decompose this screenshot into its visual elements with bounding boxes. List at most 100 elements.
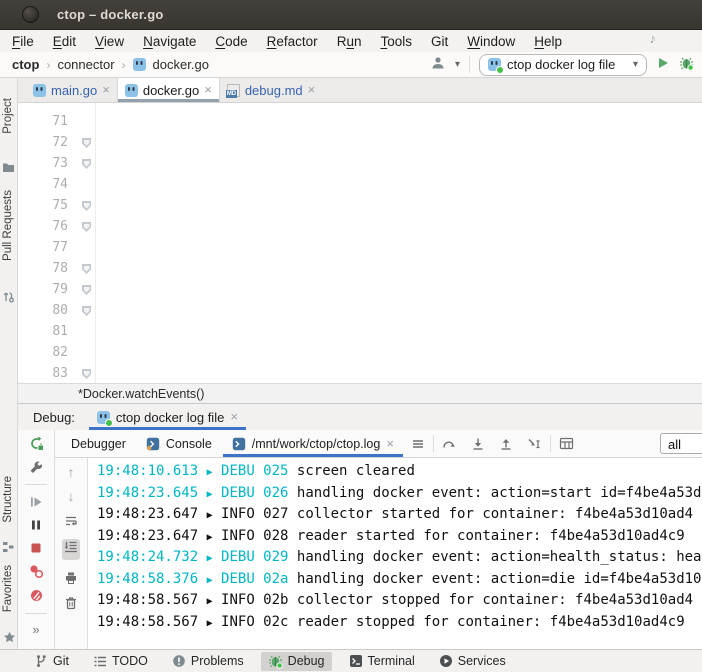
fold-marker-icon[interactable] xyxy=(82,222,91,232)
services-icon xyxy=(439,654,453,668)
view-breakpoints-icon[interactable] xyxy=(29,564,44,579)
log-prefix: 19:48:23.647 ▶ INFO 027 xyxy=(97,506,297,522)
statusbar-item-label: TODO xyxy=(112,654,148,668)
menu-item-tools[interactable]: Tools xyxy=(380,34,412,49)
debug-session-tab[interactable]: ctop docker log file × xyxy=(89,404,246,430)
statusbar-item-label: Problems xyxy=(191,654,244,668)
fold-marker-icon[interactable] xyxy=(82,264,91,274)
clear-icon[interactable] xyxy=(64,596,78,610)
stop-icon[interactable] xyxy=(29,541,43,555)
log-output[interactable]: 19:48:10.613 ▶ DEBU 025 screen cleared19… xyxy=(88,458,702,649)
fold-marker-icon[interactable] xyxy=(82,285,91,295)
debug-view-tab-console[interactable]: Console xyxy=(137,430,221,457)
pause-icon[interactable] xyxy=(29,518,43,532)
jump-over-icon[interactable] xyxy=(442,437,457,450)
project-folder-icon[interactable] xyxy=(2,160,15,178)
debug-panel-header: Debug: ctop docker log file × xyxy=(18,403,702,430)
menu-item-window[interactable]: Window xyxy=(467,34,515,49)
scroll-bottom-icon[interactable] xyxy=(471,437,485,451)
mute-breakpoints-icon[interactable] xyxy=(29,588,44,603)
folder-icon xyxy=(2,162,15,173)
menu-item-run[interactable]: Run xyxy=(337,34,362,49)
context-method: *Docker.watchEvents() xyxy=(78,387,204,401)
sidebar-item-favorites[interactable]: Favorites xyxy=(2,565,14,612)
close-icon[interactable]: × xyxy=(204,85,212,95)
left-toolwindow-stripe: Project Pull Requests Structure Favorite… xyxy=(0,78,18,649)
run-button[interactable] xyxy=(656,56,670,73)
arrow-down-icon[interactable]: ↓ xyxy=(68,490,75,503)
favorites-star-icon[interactable] xyxy=(3,630,16,648)
statusbar-item-problems[interactable]: Problems xyxy=(165,652,251,670)
menu-item-edit[interactable]: Edit xyxy=(53,34,76,49)
arrow-up-icon[interactable]: ↑ xyxy=(68,466,75,479)
debug-view-tab-mnt-work-ctop-ctop-log[interactable]: /mnt/work/ctop/ctop.log× xyxy=(223,430,403,457)
run-to-cursor-icon[interactable] xyxy=(527,437,542,451)
debug-bug-icon xyxy=(268,654,283,669)
sidebar-item-structure[interactable]: Structure xyxy=(2,476,14,523)
soft-wrap-icon[interactable] xyxy=(64,514,78,528)
pull-requests-icon[interactable] xyxy=(2,290,15,308)
close-icon[interactable]: × xyxy=(230,412,238,422)
tab-docker-go[interactable]: docker.go× xyxy=(117,78,220,102)
breadcrumb-item-connector[interactable]: connector xyxy=(57,57,114,72)
structure-icon[interactable] xyxy=(2,540,15,558)
menu-item-help[interactable]: Help xyxy=(534,34,562,49)
run-config-select[interactable]: ctop docker log file ▾ xyxy=(479,54,647,76)
breadcrumb-item-ctop[interactable]: ctop xyxy=(12,57,39,72)
menu-item-navigate[interactable]: Navigate xyxy=(143,34,196,49)
fold-gutter xyxy=(80,153,96,174)
log-line: 19:48:23.647 ▶ INFO 028 reader started f… xyxy=(97,526,702,548)
hamburger-icon[interactable] xyxy=(411,437,425,451)
line-number: 81 xyxy=(18,321,80,342)
window-menu-button[interactable] xyxy=(22,6,39,23)
sidebar-item-pull-requests[interactable]: Pull Requests xyxy=(2,190,14,261)
notification-icon[interactable]: ♪ xyxy=(650,31,657,46)
go-file-icon xyxy=(133,58,146,71)
fold-gutter xyxy=(80,132,96,153)
resume-icon[interactable] xyxy=(29,495,43,509)
menu-item-refactor[interactable]: Refactor xyxy=(267,34,318,49)
fold-marker-icon[interactable] xyxy=(82,306,91,316)
toolbar-divider xyxy=(25,484,47,485)
user-icon[interactable] xyxy=(431,56,446,73)
line-number: 77 xyxy=(18,237,80,258)
close-icon[interactable]: × xyxy=(386,439,394,449)
rerun-icon[interactable] xyxy=(29,436,44,451)
fold-gutter xyxy=(80,321,96,342)
fold-marker-icon[interactable] xyxy=(82,159,91,169)
close-icon[interactable]: × xyxy=(308,85,316,95)
menu-item-git[interactable]: Git xyxy=(431,34,448,49)
log-prefix: 19:48:58.376 ▶ DEBU 02a xyxy=(97,571,297,587)
scroll-top-icon[interactable] xyxy=(499,437,513,451)
log-level-filter[interactable] xyxy=(660,433,702,454)
log-prefix: 19:48:10.613 ▶ DEBU 025 xyxy=(97,463,297,479)
scroll-to-end-icon[interactable] xyxy=(64,540,78,554)
log-message: reader stopped for container: f4be4a53d1… xyxy=(297,614,685,630)
statusbar-item-terminal[interactable]: Terminal xyxy=(342,652,422,670)
print-icon[interactable] xyxy=(64,571,78,585)
tab-debug-md[interactable]: debug.md× xyxy=(220,78,322,102)
fold-marker-icon[interactable] xyxy=(82,369,91,379)
close-icon[interactable]: × xyxy=(102,85,110,95)
code-editor[interactable]: actionName := strings.Split(e.Action, ":… xyxy=(18,103,702,383)
fold-marker-icon[interactable] xyxy=(82,138,91,148)
statusbar-item-git[interactable]: Git xyxy=(28,652,76,670)
menu-item-code[interactable]: Code xyxy=(215,34,247,49)
debug-button[interactable] xyxy=(679,56,694,74)
menu-item-file[interactable]: File xyxy=(12,34,34,49)
toolbar-divider xyxy=(25,613,47,614)
log-line: 19:48:23.645 ▶ DEBU 026 handling docker … xyxy=(97,483,702,505)
breadcrumb-separator-icon: › xyxy=(122,58,126,72)
fold-marker-icon[interactable] xyxy=(82,201,91,211)
sidebar-item-project[interactable]: Project xyxy=(2,98,14,134)
more-icon[interactable]: » xyxy=(32,624,39,636)
statusbar-item-debug[interactable]: Debug xyxy=(261,652,332,671)
statusbar-item-services[interactable]: Services xyxy=(432,652,513,670)
menu-item-view[interactable]: View xyxy=(95,34,124,49)
layout-grid-icon[interactable] xyxy=(559,437,574,450)
debug-view-tab-debugger[interactable]: Debugger xyxy=(62,430,135,457)
tab-main-go[interactable]: main.go× xyxy=(26,78,117,102)
breadcrumb-item-docker-go[interactable]: docker.go xyxy=(153,57,209,72)
settings-icon[interactable] xyxy=(29,460,43,474)
statusbar-item-todo[interactable]: TODO xyxy=(86,652,155,670)
